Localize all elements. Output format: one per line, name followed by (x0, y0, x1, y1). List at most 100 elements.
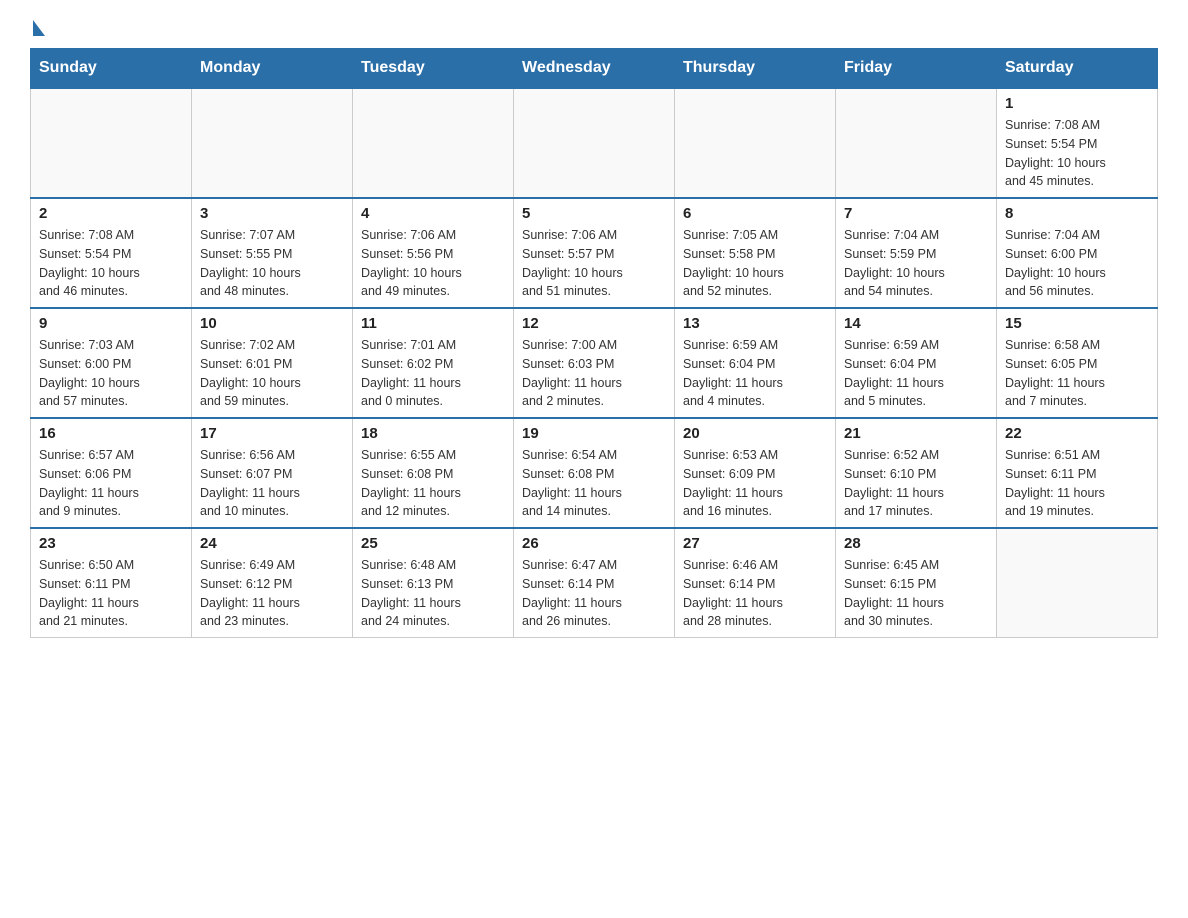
day-info: Sunrise: 6:55 AMSunset: 6:08 PMDaylight:… (361, 446, 505, 521)
calendar-cell: 16Sunrise: 6:57 AMSunset: 6:06 PMDayligh… (31, 418, 192, 528)
logo-arrow-icon (33, 20, 45, 36)
weekday-header-saturday: Saturday (997, 49, 1158, 89)
calendar-cell: 21 Sunrise: 6:52 AMSunset: 6:10 PMDayligh… (836, 418, 997, 528)
calendar-cell (353, 88, 514, 198)
calendar-cell: 8 Sunrise: 7:04 AMSunset: 6:00 PMDaylight… (997, 198, 1158, 308)
weekday-header-sunday: Sunday (31, 49, 192, 89)
day-info: Sunrise: 6:49 AMSunset: 6:12 PMDaylight:… (200, 556, 344, 631)
calendar-cell: 22 Sunrise: 6:51 AMSunset: 6:11 PMDayligh… (997, 418, 1158, 528)
day-number: 7 (844, 205, 988, 222)
day-number: 22 (1005, 425, 1149, 442)
calendar-cell: 9Sunrise: 7:03 AMSunset: 6:00 PMDaylight… (31, 308, 192, 418)
day-number: 8 (1005, 205, 1149, 222)
calendar-cell: 26 Sunrise: 6:47 AMSunset: 6:14 PMDayligh… (514, 528, 675, 638)
day-info: Sunrise: 7:06 AMSunset: 5:57 PMDaylight:… (522, 226, 666, 301)
calendar-header-row: SundayMondayTuesdayWednesdayThursdayFrid… (31, 49, 1158, 89)
day-number: 18 (361, 425, 505, 442)
calendar-cell: 20 Sunrise: 6:53 AMSunset: 6:09 PMDayligh… (675, 418, 836, 528)
calendar-cell (514, 88, 675, 198)
day-info: Sunrise: 6:48 AMSunset: 6:13 PMDaylight:… (361, 556, 505, 631)
day-info: Sunrise: 6:51 AMSunset: 6:11 PMDaylight:… (1005, 446, 1149, 521)
logo (30, 20, 45, 38)
calendar-week-row: 2 Sunrise: 7:08 AMSunset: 5:54 PMDaylight… (31, 198, 1158, 308)
day-number: 17 (200, 425, 344, 442)
calendar-cell: 17 Sunrise: 6:56 AMSunset: 6:07 PMDayligh… (192, 418, 353, 528)
calendar-cell: 18 Sunrise: 6:55 AMSunset: 6:08 PMDayligh… (353, 418, 514, 528)
calendar-cell: 1 Sunrise: 7:08 AMSunset: 5:54 PMDaylight… (997, 88, 1158, 198)
calendar-cell: 28 Sunrise: 6:45 AMSunset: 6:15 PMDayligh… (836, 528, 997, 638)
day-number: 21 (844, 425, 988, 442)
calendar-week-row: 23 Sunrise: 6:50 AMSunset: 6:11 PMDayligh… (31, 528, 1158, 638)
day-info: Sunrise: 6:59 AMSunset: 6:04 PMDaylight:… (844, 336, 988, 411)
day-info: Sunrise: 7:04 AMSunset: 5:59 PMDaylight:… (844, 226, 988, 301)
calendar-cell: 27 Sunrise: 6:46 AMSunset: 6:14 PMDayligh… (675, 528, 836, 638)
day-info: Sunrise: 6:54 AMSunset: 6:08 PMDaylight:… (522, 446, 666, 521)
day-info: Sunrise: 6:50 AMSunset: 6:11 PMDaylight:… (39, 556, 183, 631)
day-number: 25 (361, 535, 505, 552)
calendar-cell: 2 Sunrise: 7:08 AMSunset: 5:54 PMDaylight… (31, 198, 192, 308)
day-info: Sunrise: 6:52 AMSunset: 6:10 PMDaylight:… (844, 446, 988, 521)
day-number: 4 (361, 205, 505, 222)
day-info: Sunrise: 6:58 AMSunset: 6:05 PMDaylight:… (1005, 336, 1149, 411)
day-number: 24 (200, 535, 344, 552)
day-number: 11 (361, 315, 505, 332)
calendar-cell (836, 88, 997, 198)
day-number: 5 (522, 205, 666, 222)
day-number: 1 (1005, 95, 1149, 112)
calendar-cell (675, 88, 836, 198)
day-number: 12 (522, 315, 666, 332)
calendar-week-row: 9Sunrise: 7:03 AMSunset: 6:00 PMDaylight… (31, 308, 1158, 418)
day-number: 6 (683, 205, 827, 222)
day-info: Sunrise: 7:07 AMSunset: 5:55 PMDaylight:… (200, 226, 344, 301)
calendar-week-row: 1 Sunrise: 7:08 AMSunset: 5:54 PMDaylight… (31, 88, 1158, 198)
day-info: Sunrise: 7:08 AMSunset: 5:54 PMDaylight:… (39, 226, 183, 301)
day-number: 26 (522, 535, 666, 552)
calendar-cell: 23 Sunrise: 6:50 AMSunset: 6:11 PMDayligh… (31, 528, 192, 638)
day-number: 20 (683, 425, 827, 442)
calendar-cell: 10Sunrise: 7:02 AMSunset: 6:01 PMDayligh… (192, 308, 353, 418)
weekday-header-tuesday: Tuesday (353, 49, 514, 89)
calendar-cell: 14 Sunrise: 6:59 AMSunset: 6:04 PMDayligh… (836, 308, 997, 418)
day-info: Sunrise: 6:45 AMSunset: 6:15 PMDaylight:… (844, 556, 988, 631)
weekday-header-monday: Monday (192, 49, 353, 89)
calendar-week-row: 16Sunrise: 6:57 AMSunset: 6:06 PMDayligh… (31, 418, 1158, 528)
day-info: Sunrise: 6:46 AMSunset: 6:14 PMDaylight:… (683, 556, 827, 631)
weekday-header-wednesday: Wednesday (514, 49, 675, 89)
calendar-cell (192, 88, 353, 198)
day-info: Sunrise: 6:56 AMSunset: 6:07 PMDaylight:… (200, 446, 344, 521)
calendar-cell: 12 Sunrise: 7:00 AMSunset: 6:03 PMDayligh… (514, 308, 675, 418)
day-info: Sunrise: 7:03 AMSunset: 6:00 PMDaylight:… (39, 336, 183, 411)
page-header (30, 20, 1158, 38)
calendar-cell: 5 Sunrise: 7:06 AMSunset: 5:57 PMDaylight… (514, 198, 675, 308)
calendar-cell: 6 Sunrise: 7:05 AMSunset: 5:58 PMDaylight… (675, 198, 836, 308)
calendar-cell (997, 528, 1158, 638)
calendar-cell: 4 Sunrise: 7:06 AMSunset: 5:56 PMDaylight… (353, 198, 514, 308)
day-number: 28 (844, 535, 988, 552)
day-info: Sunrise: 7:04 AMSunset: 6:00 PMDaylight:… (1005, 226, 1149, 301)
weekday-header-thursday: Thursday (675, 49, 836, 89)
day-number: 15 (1005, 315, 1149, 332)
calendar-cell: 3 Sunrise: 7:07 AMSunset: 5:55 PMDaylight… (192, 198, 353, 308)
day-info: Sunrise: 7:02 AMSunset: 6:01 PMDaylight:… (200, 336, 344, 411)
calendar-cell: 25 Sunrise: 6:48 AMSunset: 6:13 PMDayligh… (353, 528, 514, 638)
day-info: Sunrise: 7:08 AMSunset: 5:54 PMDaylight:… (1005, 116, 1149, 191)
day-info: Sunrise: 7:01 AMSunset: 6:02 PMDaylight:… (361, 336, 505, 411)
day-number: 13 (683, 315, 827, 332)
calendar-cell (31, 88, 192, 198)
day-info: Sunrise: 6:53 AMSunset: 6:09 PMDaylight:… (683, 446, 827, 521)
calendar-cell: 15 Sunrise: 6:58 AMSunset: 6:05 PMDayligh… (997, 308, 1158, 418)
day-info: Sunrise: 6:47 AMSunset: 6:14 PMDaylight:… (522, 556, 666, 631)
day-number: 2 (39, 205, 183, 222)
day-info: Sunrise: 7:05 AMSunset: 5:58 PMDaylight:… (683, 226, 827, 301)
day-info: Sunrise: 7:00 AMSunset: 6:03 PMDaylight:… (522, 336, 666, 411)
day-number: 14 (844, 315, 988, 332)
day-number: 23 (39, 535, 183, 552)
calendar-cell: 11 Sunrise: 7:01 AMSunset: 6:02 PMDayligh… (353, 308, 514, 418)
day-number: 3 (200, 205, 344, 222)
calendar-cell: 13Sunrise: 6:59 AMSunset: 6:04 PMDayligh… (675, 308, 836, 418)
calendar-cell: 19 Sunrise: 6:54 AMSunset: 6:08 PMDayligh… (514, 418, 675, 528)
calendar-cell: 7 Sunrise: 7:04 AMSunset: 5:59 PMDaylight… (836, 198, 997, 308)
day-number: 27 (683, 535, 827, 552)
day-info: Sunrise: 7:06 AMSunset: 5:56 PMDaylight:… (361, 226, 505, 301)
day-number: 19 (522, 425, 666, 442)
